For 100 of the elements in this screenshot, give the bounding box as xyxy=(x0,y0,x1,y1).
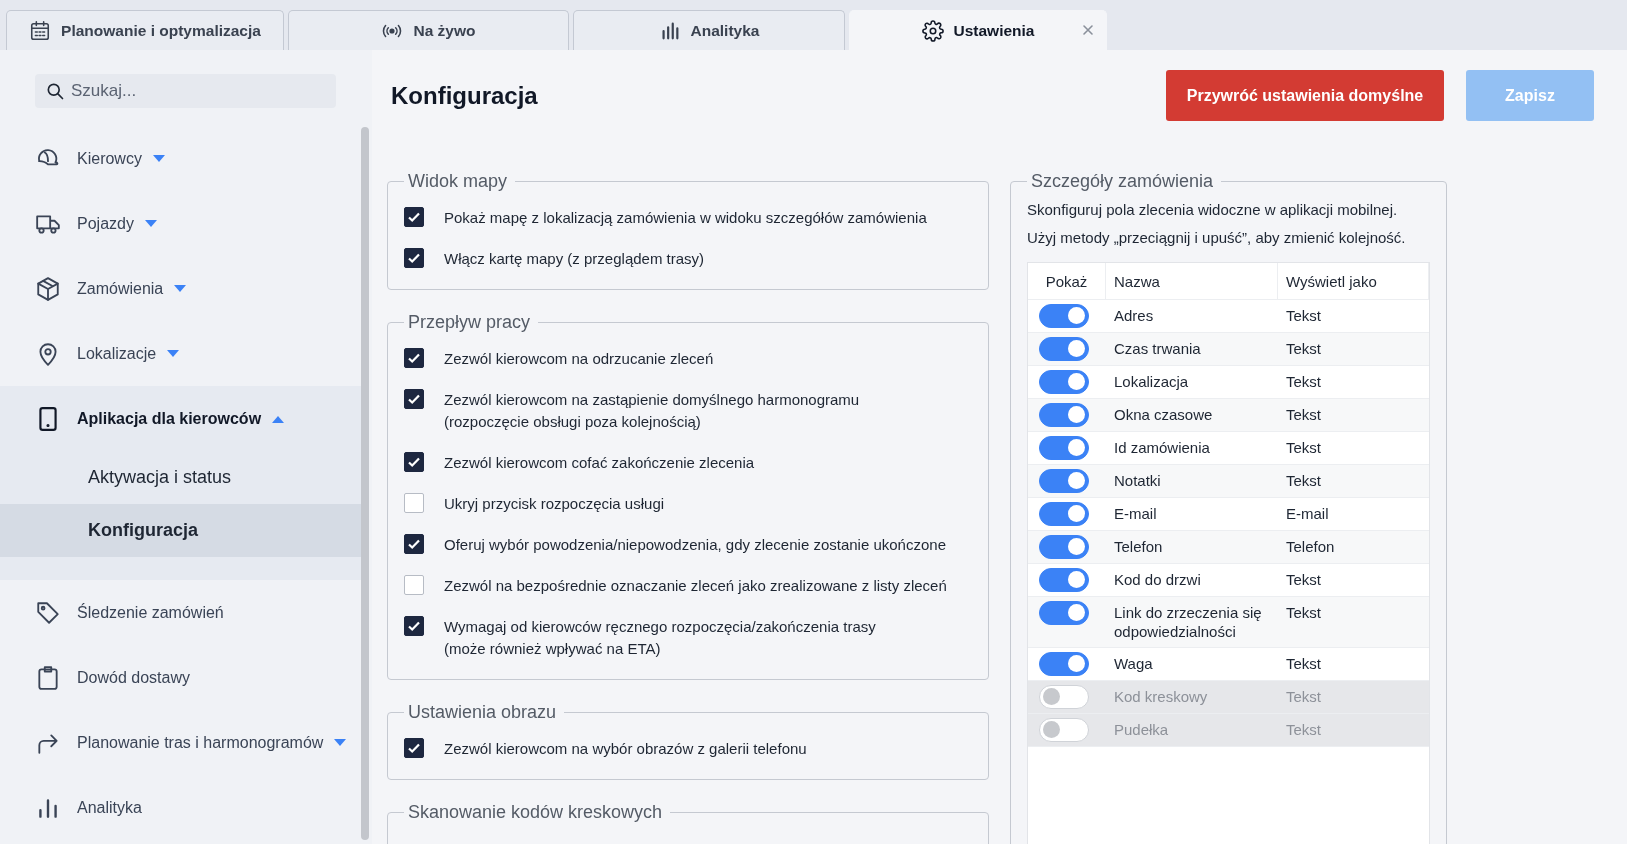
table-cell-text: Pudełka xyxy=(1113,720,1170,740)
clipboard-icon xyxy=(35,664,61,691)
check-icon xyxy=(407,619,421,633)
table-cell-text: Tekst xyxy=(1285,471,1322,491)
table-cell-text: Tekst xyxy=(1285,438,1322,458)
checkbox[interactable] xyxy=(404,207,424,227)
scrollbar[interactable] xyxy=(361,127,369,840)
sidebar-item[interactable]: Dowód dostawy xyxy=(0,645,361,710)
check-icon xyxy=(407,351,421,365)
group-title: Przepływ pracy xyxy=(407,312,532,333)
option-label: Ukryj przycisk rozpoczęcia usługi xyxy=(444,494,665,514)
group-title: Szczegóły zamówienia xyxy=(1030,171,1215,192)
table-cell-text: Kod kreskowy xyxy=(1113,687,1209,707)
table-cell-text: Tekst xyxy=(1285,654,1322,674)
option-label: Włącz kartę mapy (z przeglądem trasy) xyxy=(444,249,705,269)
column-header: Nazwa xyxy=(1106,263,1278,299)
table-cell-text: Tekst xyxy=(1285,306,1322,326)
search-icon xyxy=(45,81,65,101)
table-cell-text: Notatki xyxy=(1113,471,1162,491)
checkbox[interactable] xyxy=(404,248,424,268)
sidebar-item[interactable]: Zamówienia xyxy=(0,256,361,321)
tab[interactable]: Na żywo xyxy=(288,10,569,50)
checkbox[interactable] xyxy=(404,738,424,758)
table-cell-text: Okna czasowe xyxy=(1113,405,1214,425)
sidebar-item[interactable]: Planowanie tras i harmonogramów xyxy=(0,710,361,775)
sidebar-subitem[interactable]: Aktywacja i status xyxy=(0,451,361,504)
table-cell-text: Tekst xyxy=(1285,570,1322,590)
group-title: Skanowanie kodów kreskowych xyxy=(407,802,664,823)
table-cell-text: Tekst xyxy=(1285,339,1322,359)
table-cell-text: Lokalizacja xyxy=(1113,372,1190,392)
box-icon xyxy=(35,275,61,302)
check-icon xyxy=(407,537,421,551)
option-label: Oferuj wybór powodzenia/niepowodzenia, gdy zlecenie zostanie ukończone xyxy=(444,535,946,555)
toggle-switch[interactable] xyxy=(1039,337,1089,361)
toggle-switch[interactable] xyxy=(1039,535,1089,559)
table-cell-text: E-mail xyxy=(1113,504,1158,524)
table-cell-text: Waga xyxy=(1113,654,1154,674)
table-cell-text: E-mail xyxy=(1285,504,1330,524)
table-cell-text: Tekst xyxy=(1285,687,1322,707)
table-cell-text: Adres xyxy=(1113,306,1155,326)
toggle-switch[interactable] xyxy=(1039,370,1089,394)
table-cell-text: Tekst xyxy=(1285,603,1322,623)
tab[interactable]: Planowanie i optymalizacja xyxy=(6,10,284,50)
tab[interactable]: Analityka xyxy=(573,10,845,50)
option-label: Zezwól na bezpośrednie oznaczanie zleceń jako zrealizowane z listy zleceń xyxy=(444,576,947,596)
checkbox[interactable] xyxy=(404,389,424,409)
page-title: Konfiguracja xyxy=(390,81,539,110)
option-label: Wymagaj od kierowców ręcznego rozpoczęcia/zakończenia trasy (może również wpływać na ETA) xyxy=(444,617,876,659)
toggle-switch[interactable] xyxy=(1039,652,1089,676)
sidebar-item[interactable]: Aplikacja dla kierowców xyxy=(0,386,361,451)
toggle-switch[interactable] xyxy=(1039,469,1089,493)
check-icon xyxy=(407,741,421,755)
tag-icon xyxy=(35,599,61,626)
sidebar-subitem[interactable]: Konfiguracja xyxy=(0,504,361,557)
reset-button[interactable]: Przywróć ustawienia domyślne xyxy=(1166,70,1444,121)
group-title: Widok mapy xyxy=(407,171,509,192)
option-label: Zezwól kierowcom na odrzucanie zleceń xyxy=(444,349,714,369)
table-cell-text: Telefon xyxy=(1113,537,1164,557)
checkbox[interactable] xyxy=(404,534,424,554)
sidebar-item[interactable]: Śledzenie zamówień xyxy=(0,580,361,645)
sidebar-item[interactable]: Kierowcy xyxy=(0,126,361,191)
sidebar-item[interactable]: Analityka xyxy=(0,775,361,840)
table-cell-text: Id zamówienia xyxy=(1113,438,1211,458)
table-cell-text: Tekst xyxy=(1285,405,1322,425)
check-icon xyxy=(407,251,421,265)
checkbox[interactable] xyxy=(404,348,424,368)
search-field[interactable]: Szukaj... xyxy=(35,74,336,108)
toggle-switch[interactable] xyxy=(1039,304,1089,328)
table-cell-text: Telefon xyxy=(1285,537,1336,557)
checkbox[interactable] xyxy=(404,575,424,595)
checkbox[interactable] xyxy=(404,616,424,636)
option-label: Zezwól kierowcom cofać zakończenie zlecenia xyxy=(444,453,755,473)
toggle-switch[interactable] xyxy=(1039,403,1089,427)
toggle-switch[interactable] xyxy=(1039,502,1089,526)
sidebar-item[interactable]: Pojazdy xyxy=(0,191,361,256)
table-cell-text: Link do zrzeczenia się odpowiedzialności xyxy=(1113,603,1263,642)
toggle-switch[interactable] xyxy=(1039,436,1089,460)
toggle-switch[interactable] xyxy=(1039,601,1089,625)
calendar-icon xyxy=(29,19,52,42)
close-icon xyxy=(1080,22,1096,38)
column-header: Wyświetl jako xyxy=(1278,263,1429,299)
column-header: Pokaż xyxy=(1028,263,1106,299)
description-text: Skonfiguruj pola zlecenia widoczne w aplikacji mobilnej. Użyj metody „przeciągnij i upuść”, aby zmienić kolejność. xyxy=(1027,200,1407,248)
sidebar-item[interactable]: Lokalizacje xyxy=(0,321,361,386)
table-cell-text: Czas trwania xyxy=(1113,339,1202,359)
group-title: Ustawienia obrazu xyxy=(407,702,558,723)
check-icon xyxy=(407,210,421,224)
check-icon xyxy=(407,455,421,469)
checkbox[interactable] xyxy=(404,493,424,513)
table-cell-text: Kod do drzwi xyxy=(1113,570,1202,590)
table-cell-text: Tekst xyxy=(1285,372,1322,392)
tab[interactable]: Ustawienia xyxy=(849,10,1107,50)
checkbox[interactable] xyxy=(404,452,424,472)
gear-icon xyxy=(921,19,944,42)
table-cell-text: Tekst xyxy=(1285,720,1322,740)
option-label: Zezwól kierowcom na zastąpienie domyślnego harmonogramu (rozpoczęcie obsługi poza kolejnością) xyxy=(444,390,860,432)
option-label: Zezwól kierowcom na wybór obrazów z galerii telefonu xyxy=(444,739,807,759)
option-label: Pokaż mapę z lokalizacją zamówienia w widoku szczegółów zamówienia xyxy=(444,208,927,228)
toggle-switch[interactable] xyxy=(1039,568,1089,592)
check-icon xyxy=(407,392,421,406)
